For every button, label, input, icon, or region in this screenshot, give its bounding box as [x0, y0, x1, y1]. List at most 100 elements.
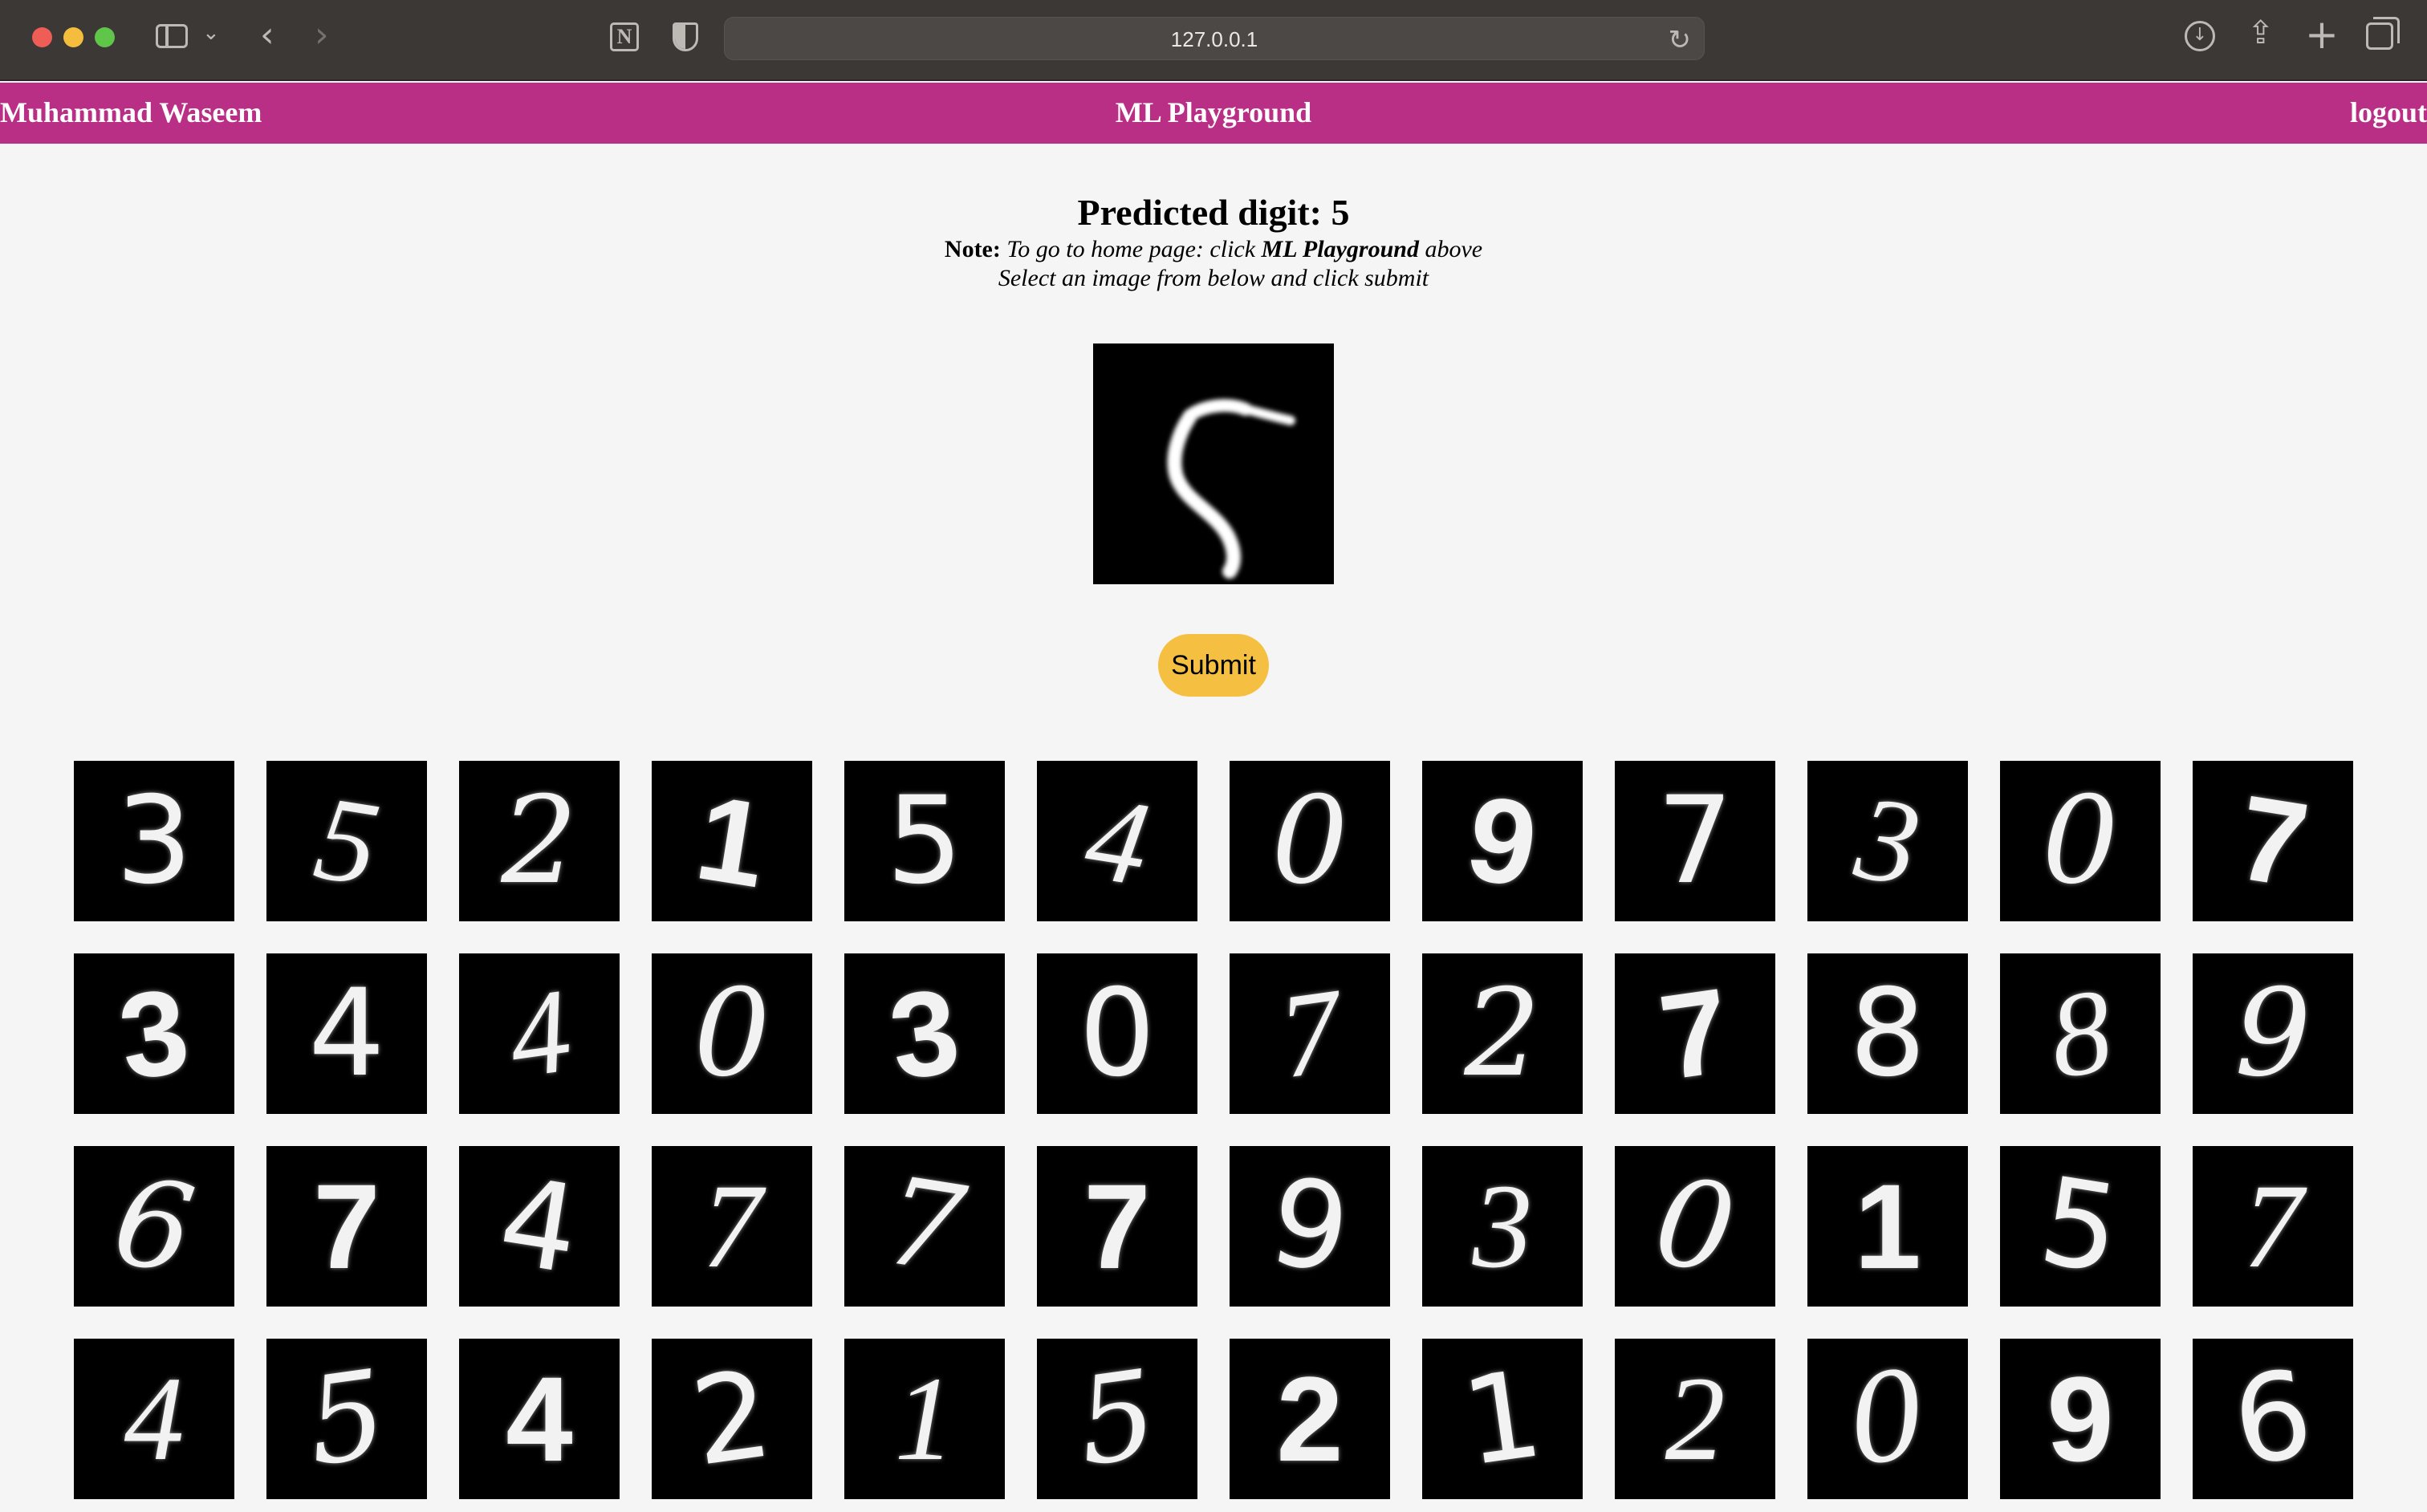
digit-glyph: 4 [506, 1351, 573, 1486]
share-icon[interactable]: ⇪ [2247, 14, 2275, 51]
digit-image-option[interactable]: 0 [1807, 1339, 1968, 1499]
zoom-window-button[interactable] [95, 27, 115, 47]
home-link[interactable]: ML Playground [0, 96, 2427, 129]
sidebar-toggle-icon[interactable] [156, 24, 188, 48]
digit-image-option[interactable]: 3 [1807, 761, 1968, 921]
digit-image-option[interactable]: 6 [2193, 1339, 2353, 1499]
privacy-shield-icon[interactable] [673, 22, 698, 51]
digit-image-option[interactable]: 3 [74, 953, 234, 1114]
digit-glyph: 2 [1464, 964, 1541, 1104]
digit-image-option[interactable]: 4 [459, 1146, 620, 1307]
digit-image-option[interactable]: 4 [266, 953, 427, 1114]
note-pre: To go to home page: click [1000, 236, 1262, 262]
digit-glyph: 8 [1849, 964, 1926, 1104]
digit-image-option[interactable]: 7 [1615, 953, 1775, 1114]
digit-image-option[interactable]: 2 [1230, 1339, 1390, 1499]
digit-image-option[interactable]: 4 [1037, 761, 1197, 921]
digit-image-option[interactable]: 3 [1422, 1146, 1583, 1307]
close-window-button[interactable] [32, 27, 52, 47]
digit-glyph: 1 [688, 769, 776, 913]
digit-glyph: 7 [1657, 771, 1734, 911]
plus-icon[interactable]: + [2305, 11, 2339, 58]
digit-glyph: 9 [1458, 769, 1547, 913]
selected-digit-drawing [1167, 399, 1295, 579]
digit-glyph: 0 [1646, 1151, 1744, 1302]
digit-glyph: 4 [500, 963, 579, 1104]
digit-image-option[interactable]: 2 [1615, 1339, 1775, 1499]
digit-glyph: 7 [701, 1160, 762, 1293]
digit-image-option[interactable]: 0 [1230, 761, 1390, 921]
note-label: Note: [944, 236, 1001, 262]
digit-glyph: 1 [1454, 1344, 1551, 1494]
digit-image-option[interactable]: 4 [459, 953, 620, 1114]
digit-glyph: 7 [1270, 963, 1349, 1104]
url-text[interactable]: 127.0.0.1 [725, 27, 1704, 52]
digit-glyph: 1 [1854, 1159, 1921, 1294]
digit-image-option[interactable]: 0 [652, 953, 812, 1114]
digit-glyph: 7 [876, 1151, 974, 1302]
digit-image-option[interactable]: 7 [1615, 761, 1775, 921]
notion-extension-icon[interactable]: N [610, 22, 639, 51]
digit-image-option[interactable]: 1 [1422, 1339, 1583, 1499]
app-navbar: Muhammad Waseem ML Playground logout [0, 83, 2427, 144]
digit-glyph: 4 [1076, 770, 1158, 912]
digit-image-option[interactable]: 9 [2000, 1339, 2161, 1499]
digit-image-option[interactable]: 3 [844, 953, 1005, 1114]
browser-toolbar: ⌄ ‹ › N 127.0.0.1 ↻ ↓ ⇪ + [0, 0, 2427, 81]
address-bar[interactable]: 127.0.0.1 ↻ [724, 17, 1705, 60]
digit-image-option[interactable]: 1 [844, 1339, 1005, 1499]
download-icon[interactable]: ↓ [2185, 21, 2215, 51]
forward-arrow-icon[interactable]: › [315, 14, 329, 55]
digit-image-option[interactable]: 1 [1807, 1146, 1968, 1307]
digit-image-option[interactable]: 3 [74, 761, 234, 921]
digit-image-option[interactable]: 0 [2000, 761, 2161, 921]
digit-glyph: 5 [306, 770, 388, 912]
digit-image-grid: 3521540973073440307278896747779301574542… [74, 761, 2353, 1499]
digit-image-option[interactable]: 0 [1037, 953, 1197, 1114]
digit-image-option[interactable]: 9 [1230, 1146, 1390, 1307]
digit-image-option[interactable]: 9 [2193, 953, 2353, 1114]
digit-image-option[interactable]: 6 [74, 1146, 234, 1307]
digit-glyph: 3 [111, 962, 197, 1105]
tab-overview-icon[interactable] [2366, 17, 2400, 50]
digit-image-option[interactable]: 7 [1037, 1146, 1197, 1307]
digit-image-option[interactable]: 8 [1807, 953, 1968, 1114]
digit-image-option[interactable]: 1 [652, 761, 812, 921]
prediction-heading: Predicted digit: 5 [1077, 192, 1350, 233]
digit-glyph: 5 [2031, 1151, 2129, 1302]
digit-image-option[interactable]: 2 [459, 761, 620, 921]
chevron-down-icon[interactable]: ⌄ [202, 21, 220, 45]
digit-glyph: 4 [490, 1151, 588, 1302]
digit-image-option[interactable]: 5 [2000, 1146, 2161, 1307]
digit-image-option[interactable]: 2 [1422, 953, 1583, 1114]
instruction-text: Select an image from below and click sub… [998, 265, 1429, 291]
digit-image-option[interactable]: 7 [652, 1146, 812, 1307]
note-post: above [1418, 236, 1483, 262]
logout-link[interactable]: logout [2350, 96, 2427, 129]
digit-image-option[interactable]: 4 [459, 1339, 620, 1499]
digit-image-option[interactable]: 7 [1230, 953, 1390, 1114]
digit-image-option[interactable]: 8 [2000, 953, 2161, 1114]
back-arrow-icon[interactable]: ‹ [260, 14, 274, 55]
digit-glyph: 9 [2047, 1351, 2114, 1486]
digit-image-option[interactable]: 5 [1037, 1339, 1197, 1499]
digit-glyph: 0 [1271, 771, 1348, 911]
reload-icon[interactable]: ↻ [1669, 24, 1692, 56]
submit-button[interactable]: Submit [1158, 634, 1269, 697]
digit-image-option[interactable]: 7 [844, 1146, 1005, 1307]
digit-image-option[interactable]: 2 [652, 1339, 812, 1499]
digit-image-option[interactable]: 7 [266, 1146, 427, 1307]
digit-image-option[interactable]: 5 [266, 1339, 427, 1499]
digit-image-option[interactable]: 5 [844, 761, 1005, 921]
digit-image-option[interactable]: 4 [74, 1339, 234, 1499]
digit-glyph: 8 [2041, 963, 2120, 1104]
digit-image-option[interactable]: 5 [266, 761, 427, 921]
digit-glyph: 5 [886, 771, 963, 911]
digit-glyph: 3 [1472, 1160, 1533, 1293]
digit-glyph: 0 [693, 964, 770, 1104]
digit-image-option[interactable]: 0 [1615, 1146, 1775, 1307]
digit-image-option[interactable]: 7 [2193, 1146, 2353, 1307]
digit-image-option[interactable]: 7 [2193, 761, 2353, 921]
digit-image-option[interactable]: 9 [1422, 761, 1583, 921]
minimize-window-button[interactable] [63, 27, 83, 47]
